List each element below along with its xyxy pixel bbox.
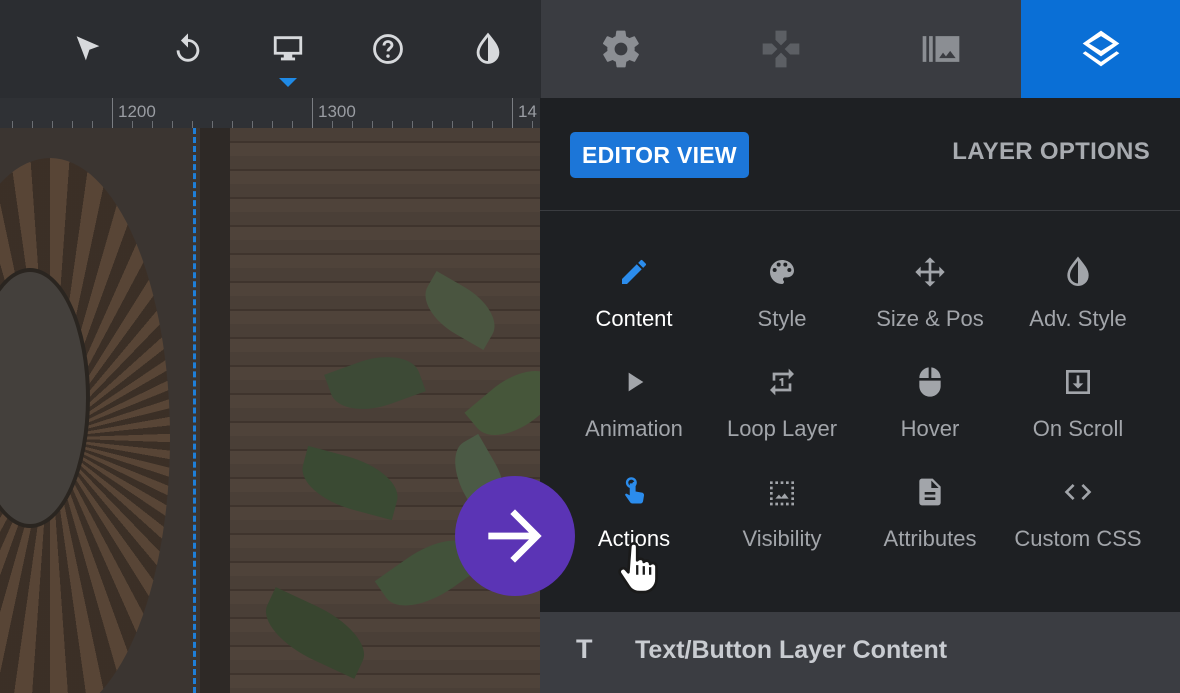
pointer-arrow-badge <box>455 476 575 596</box>
ruler-minor-tick <box>392 121 393 128</box>
ruler-minor-tick <box>32 121 33 128</box>
contrast-button[interactable] <box>463 24 513 74</box>
undo-icon <box>176 33 200 62</box>
tab-layers[interactable] <box>1021 0 1180 98</box>
ruler-label: 1300 <box>318 102 356 121</box>
ruler-minor-tick <box>92 121 93 128</box>
active-device-indicator <box>279 78 297 87</box>
palette-icon <box>764 254 800 290</box>
contrast-icon <box>1060 254 1096 290</box>
option-size-pos[interactable]: Size & Pos <box>856 254 1004 344</box>
ruler-minor-tick <box>52 121 53 128</box>
gear-icon <box>602 30 639 68</box>
code-icon <box>1060 474 1096 510</box>
help-button[interactable] <box>363 24 413 74</box>
ruler-minor-tick <box>212 121 213 128</box>
option-animation[interactable]: Animation <box>560 364 708 454</box>
option-label: Loop Layer <box>726 416 838 441</box>
media-library-icon <box>922 36 960 62</box>
loop-icon <box>764 364 800 400</box>
panel-divider <box>540 210 1180 211</box>
scroll-download-icon <box>1060 364 1096 400</box>
tab-settings[interactable] <box>541 0 701 98</box>
snap-guide-line <box>193 128 196 693</box>
option-adv-style[interactable]: Adv. Style <box>1004 254 1152 344</box>
editor-canvas[interactable] <box>0 128 540 693</box>
ruler-minor-tick <box>172 121 173 128</box>
option-visibility[interactable]: Visibility <box>708 474 856 564</box>
option-label: Custom CSS <box>1014 526 1142 551</box>
desktop-view-button[interactable] <box>263 24 313 74</box>
visibility-image-icon <box>764 474 800 510</box>
layer-options-panel: EDITOR VIEW LAYER OPTIONS Content Style … <box>540 98 1180 693</box>
ruler-label: 1200 <box>118 102 156 121</box>
background-photo-edge <box>200 128 230 693</box>
tab-addons[interactable] <box>701 0 861 98</box>
desktop-icon <box>273 36 303 61</box>
option-on-scroll[interactable]: On Scroll <box>1004 364 1152 454</box>
ruler-minor-tick <box>532 121 533 128</box>
ruler-label: 14 <box>518 102 537 121</box>
horizontal-ruler: 1200 1300 14 <box>0 98 540 128</box>
option-label: Style <box>757 306 807 331</box>
move-icon <box>912 254 948 290</box>
ruler-minor-tick <box>272 121 273 128</box>
ruler-minor-tick <box>452 121 453 128</box>
ruler-major-tick <box>312 98 313 128</box>
option-hover[interactable]: Hover <box>856 364 1004 454</box>
ruler-minor-tick <box>432 121 433 128</box>
layer-content-title: Text/Button Layer Content <box>635 636 948 664</box>
option-label: Hover <box>900 416 960 441</box>
hand-cursor-icon <box>618 542 658 594</box>
tab-media-library[interactable] <box>861 0 1021 98</box>
ruler-minor-tick <box>332 121 333 128</box>
pencil-icon <box>616 254 652 290</box>
ruler-minor-tick <box>132 121 133 128</box>
option-style[interactable]: Style <box>708 254 856 344</box>
option-custom-css[interactable]: Custom CSS <box>1004 474 1152 564</box>
option-label: Visibility <box>742 526 822 551</box>
layer-content-header[interactable]: T Text/Button Layer Content <box>540 612 1180 693</box>
ruler-minor-tick <box>232 121 233 128</box>
ruler-minor-tick <box>352 121 353 128</box>
ruler-major-tick <box>112 98 113 128</box>
puzzle-icon <box>762 30 800 68</box>
select-tool-button[interactable] <box>63 24 113 74</box>
layer-options-tab[interactable]: LAYER OPTIONS <box>952 138 1150 166</box>
cursor-arrow-icon <box>76 36 100 61</box>
option-label: Size & Pos <box>876 306 984 331</box>
tap-finger-icon <box>616 474 652 510</box>
panel-tabs <box>540 0 1180 98</box>
main-toolbar <box>0 0 540 98</box>
ruler-minor-tick <box>412 121 413 128</box>
ruler-major-tick <box>512 98 513 128</box>
ruler-minor-tick <box>192 121 193 128</box>
text-layer-icon: T <box>576 634 593 664</box>
play-icon <box>616 364 652 400</box>
document-icon <box>912 474 948 510</box>
undo-button[interactable] <box>163 24 213 74</box>
ruler-minor-tick <box>12 121 13 128</box>
editor-view-button[interactable]: EDITOR VIEW <box>570 132 749 178</box>
help-icon <box>373 34 403 64</box>
ruler-minor-tick <box>72 121 73 128</box>
option-attributes[interactable]: Attributes <box>856 474 1004 564</box>
option-label: Animation <box>585 416 683 441</box>
contrast-icon <box>476 32 500 64</box>
layers-icon <box>1082 30 1120 67</box>
option-label: Adv. Style <box>1029 306 1127 331</box>
ruler-minor-tick <box>252 121 253 128</box>
arrow-right-icon <box>488 509 542 563</box>
option-label: Content <box>595 306 673 331</box>
mouse-icon <box>912 364 948 400</box>
ruler-minor-tick <box>372 121 373 128</box>
option-label: Attributes <box>883 526 977 551</box>
ruler-minor-tick <box>472 121 473 128</box>
ruler-minor-tick <box>152 121 153 128</box>
option-label: On Scroll <box>1032 416 1124 441</box>
ruler-minor-tick <box>292 121 293 128</box>
option-loop-layer[interactable]: Loop Layer <box>708 364 856 454</box>
ruler-minor-tick <box>492 121 493 128</box>
option-content[interactable]: Content <box>560 254 708 344</box>
